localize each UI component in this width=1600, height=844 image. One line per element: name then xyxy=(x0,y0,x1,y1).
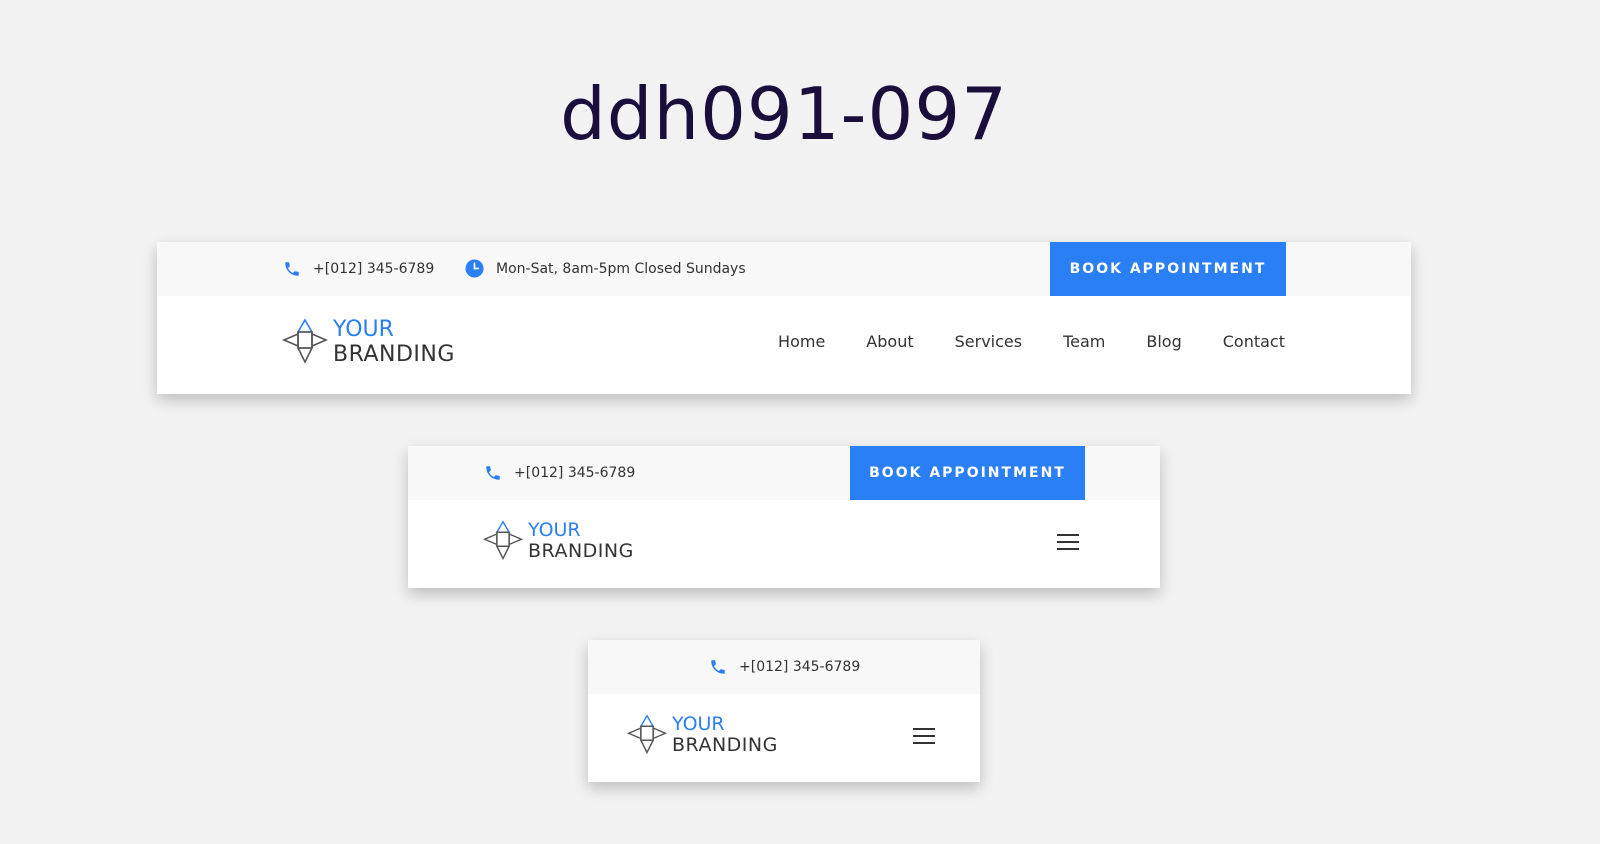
logo-line1: YOUR xyxy=(672,713,725,735)
clock-icon xyxy=(465,259,484,278)
phone-contact[interactable]: +[012] 345-6789 xyxy=(283,260,434,278)
logo-text-mobile: YOUR BRANDING xyxy=(672,715,778,755)
book-appointment-button[interactable]: BOOK APPOINTMENT xyxy=(1050,242,1286,296)
logo-line1: YOUR xyxy=(528,519,581,541)
logo-tablet[interactable]: YOUR BRANDING xyxy=(482,520,634,562)
topbar-mobile: +[012] 345-6789 xyxy=(588,640,980,694)
phone-icon xyxy=(285,262,299,276)
logo-diamond-icon xyxy=(482,520,524,561)
phone-icon xyxy=(711,660,725,674)
nav-item-about[interactable]: About xyxy=(866,332,913,351)
nav-item-home[interactable]: Home xyxy=(778,332,825,351)
logo-text: YOUR BRANDING xyxy=(333,316,455,367)
hamburger-menu-icon[interactable] xyxy=(913,728,935,744)
logo-diamond-icon xyxy=(281,318,329,364)
topbar: +[012] 345-6789 Mon-Sat, 8am-5pm Closed … xyxy=(157,242,1411,296)
logo-line1: YOUR xyxy=(333,316,394,342)
phone-number-mobile: +[012] 345-6789 xyxy=(739,659,861,675)
phone-contact-tablet[interactable]: +[012] 345-6789 xyxy=(484,464,635,482)
phone-icon xyxy=(486,466,500,480)
nav-menu: Home About Services Team Blog Contact xyxy=(778,332,1285,351)
navbar-tablet: YOUR BRANDING xyxy=(408,500,1160,588)
phone-number: +[012] 345-6789 xyxy=(313,261,435,277)
nav-item-team[interactable]: Team xyxy=(1063,332,1105,351)
header-desktop: +[012] 345-6789 Mon-Sat, 8am-5pm Closed … xyxy=(157,242,1411,394)
phone-number-tablet: +[012] 345-6789 xyxy=(514,465,636,481)
nav-item-services[interactable]: Services xyxy=(955,332,1022,351)
hamburger-menu-icon[interactable] xyxy=(1057,534,1079,550)
phone-contact-mobile[interactable]: +[012] 345-6789 xyxy=(709,658,860,676)
logo[interactable]: YOUR BRANDING xyxy=(281,318,455,366)
logo-line2: BRANDING xyxy=(333,341,455,367)
logo-line2: BRANDING xyxy=(672,734,778,756)
business-hours: Mon-Sat, 8am-5pm Closed Sundays xyxy=(496,260,746,277)
logo-line2: BRANDING xyxy=(528,540,634,562)
logo-mobile[interactable]: YOUR BRANDING xyxy=(626,714,778,756)
nav-item-blog[interactable]: Blog xyxy=(1146,332,1181,351)
page-title: ddh091-097 xyxy=(560,72,1008,156)
nav-item-contact[interactable]: Contact xyxy=(1223,332,1285,351)
logo-text-tablet: YOUR BRANDING xyxy=(528,521,634,561)
header-mobile: +[012] 345-6789 YOUR BRANDING xyxy=(588,640,980,782)
header-tablet: +[012] 345-6789 BOOK APPOINTMENT YOUR BR… xyxy=(408,446,1160,588)
topbar-tablet: +[012] 345-6789 BOOK APPOINTMENT xyxy=(408,446,1160,500)
hours-contact: Mon-Sat, 8am-5pm Closed Sundays xyxy=(465,259,746,278)
book-appointment-button-tablet[interactable]: BOOK APPOINTMENT xyxy=(850,446,1085,500)
logo-diamond-icon xyxy=(626,714,668,755)
navbar: YOUR BRANDING Home About Services Team B… xyxy=(157,296,1411,394)
navbar-mobile: YOUR BRANDING xyxy=(588,694,980,782)
